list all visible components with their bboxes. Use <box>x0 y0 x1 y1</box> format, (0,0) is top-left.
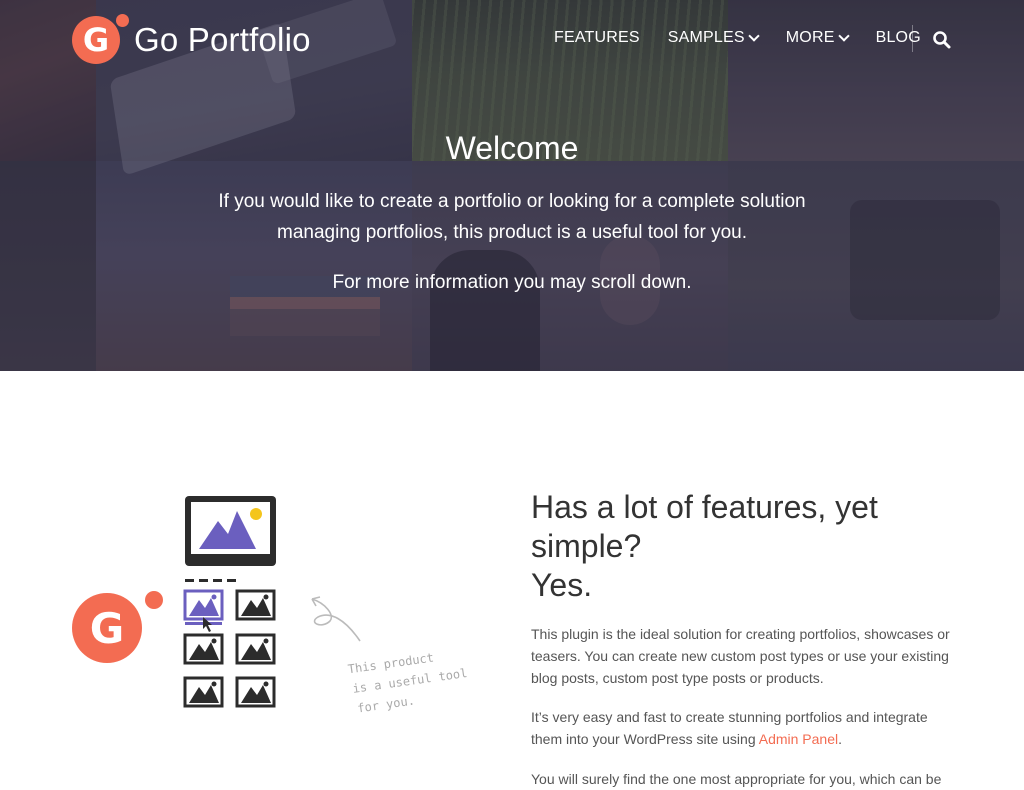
hero-text-line: managing portfolios, this product is a u… <box>277 222 747 243</box>
curly-arrow-icon <box>311 598 361 642</box>
thumbnail-icon <box>183 676 224 708</box>
g-logo-badge: G <box>72 591 163 663</box>
nav-label: SAMPLES <box>667 29 745 46</box>
chevron-down-icon <box>748 30 760 42</box>
hero-title: Welcome <box>445 130 579 166</box>
note-line: for you. <box>356 694 415 716</box>
admin-panel-link[interactable]: Admin Panel <box>759 731 838 747</box>
features-paragraph: This plugin is the ideal solution for cr… <box>531 626 950 686</box>
features-heading: Has a lot of features, yet simple? Yes. <box>531 488 951 605</box>
heading-line: Yes. <box>531 567 593 603</box>
nav-item-more[interactable]: MORE <box>785 29 850 47</box>
logo-icon: G <box>72 14 129 64</box>
thumbnail-selected-icon <box>183 589 224 632</box>
svg-text:G: G <box>90 604 124 653</box>
features-paragraph: You will surely find the one most approp… <box>531 771 942 787</box>
features-illustration: G This product is a useful tool for you. <box>72 496 468 716</box>
logo-dot <box>116 14 129 27</box>
hero-text-line: If you would like to create a portfolio … <box>218 191 806 212</box>
nav-item-blog[interactable]: BLOG <box>876 29 921 47</box>
heading-line: simple? <box>531 528 642 564</box>
thumbnail-icon <box>235 633 276 665</box>
nav-label: MORE <box>785 29 835 46</box>
hero-text-line: For more information you may scroll down… <box>332 272 692 293</box>
nav-item-samples[interactable]: SAMPLES <box>667 29 760 47</box>
search-icon[interactable] <box>932 30 952 50</box>
thumbnail-icon <box>235 589 276 621</box>
chevron-down-icon <box>837 30 850 42</box>
site-title: Go Portfolio <box>134 21 311 58</box>
paragraph-text: . <box>838 731 843 747</box>
thumbnail-icon <box>235 676 276 708</box>
nav-label: BLOG <box>875 29 921 46</box>
monitor-icon <box>185 496 276 566</box>
logo-letter: G <box>82 21 110 59</box>
nav-item-features[interactable]: FEATURES <box>554 29 640 47</box>
nav-label: FEATURES <box>554 29 640 46</box>
main-nav: FEATURES SAMPLES MORE BLOG <box>554 29 949 47</box>
features-paragraph: It’s very easy and fast to create stunni… <box>531 706 961 750</box>
nav-divider <box>912 25 913 52</box>
paragraph-text: It’s very easy and fast to create stunni… <box>531 709 928 747</box>
thumbnail-icon <box>183 633 224 665</box>
dash-separator <box>185 579 236 582</box>
site-logo[interactable]: G Go Portfolio <box>72 14 311 64</box>
heading-line: Has a lot of features, yet <box>531 489 878 525</box>
